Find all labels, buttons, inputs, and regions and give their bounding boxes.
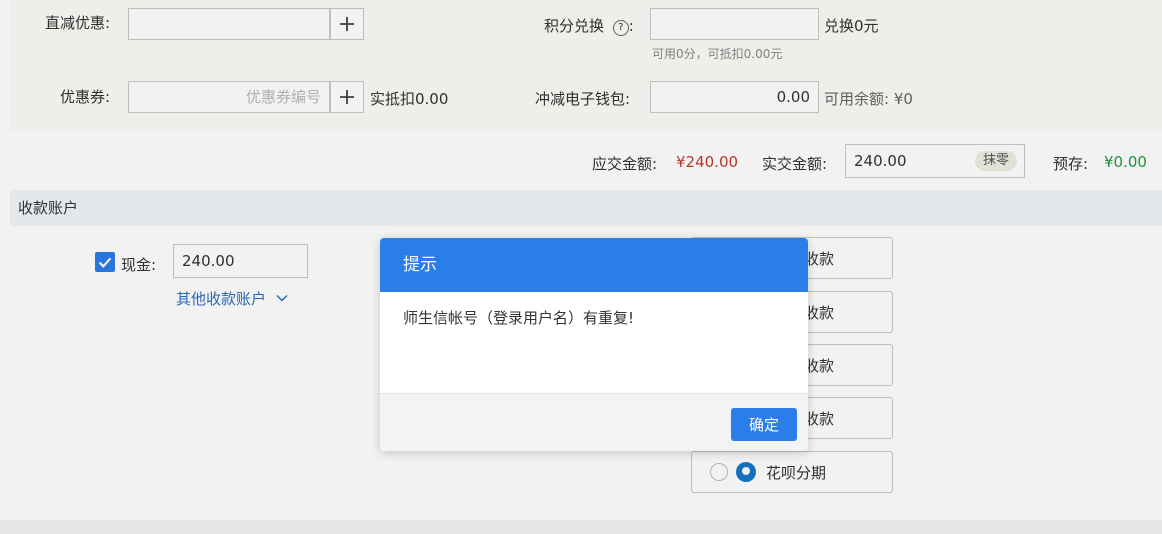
ok-button[interactable]: 确定 xyxy=(731,408,797,441)
alert-dialog: 提示 师生信帐号（登录用户名）有重复! 确定 xyxy=(380,238,808,451)
dialog-footer: 确定 xyxy=(380,393,808,451)
dialog-title: 提示 xyxy=(380,238,808,292)
dialog-message: 师生信帐号（登录用户名）有重复! xyxy=(403,309,635,327)
